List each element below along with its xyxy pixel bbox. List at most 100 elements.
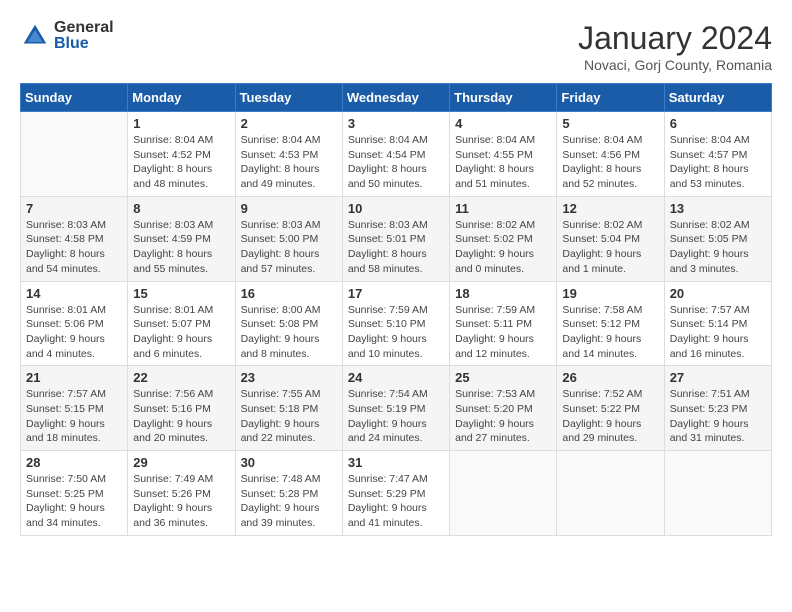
day-info: Sunrise: 8:04 AMSunset: 4:56 PMDaylight:… (562, 133, 658, 192)
day-info: Sunrise: 7:59 AMSunset: 5:10 PMDaylight:… (348, 303, 444, 362)
calendar-cell: 29 Sunrise: 7:49 AMSunset: 5:26 PMDayligh… (128, 451, 235, 536)
day-info: Sunrise: 7:54 AMSunset: 5:19 PMDaylight:… (348, 387, 444, 446)
calendar-cell: 10Sunrise: 8:03 AMSunset: 5:01 PMDayligh… (342, 196, 449, 281)
month-title: January 2024 (578, 20, 772, 57)
day-info: Sunrise: 8:04 AMSunset: 4:54 PMDaylight:… (348, 133, 444, 192)
day-number: 21 (26, 370, 122, 385)
day-number: 20 (670, 286, 766, 301)
calendar-cell: 3 Sunrise: 8:04 AMSunset: 4:54 PMDaylight… (342, 112, 449, 197)
day-number: 3 (348, 116, 444, 131)
logo-icon (20, 21, 50, 51)
weekday-header-monday: Monday (128, 84, 235, 112)
day-number: 5 (562, 116, 658, 131)
calendar-week-row: 14Sunrise: 8:01 AMSunset: 5:06 PMDayligh… (21, 281, 772, 366)
logo-general-label: General (54, 20, 114, 36)
day-info: Sunrise: 7:57 AMSunset: 5:15 PMDaylight:… (26, 387, 122, 446)
calendar-week-row: 7 Sunrise: 8:03 AMSunset: 4:58 PMDaylight… (21, 196, 772, 281)
day-number: 8 (133, 201, 229, 216)
calendar-cell: 17Sunrise: 7:59 AMSunset: 5:10 PMDayligh… (342, 281, 449, 366)
day-number: 30 (241, 455, 337, 470)
calendar-cell (21, 112, 128, 197)
calendar-cell: 5 Sunrise: 8:04 AMSunset: 4:56 PMDaylight… (557, 112, 664, 197)
weekday-header-row: SundayMondayTuesdayWednesdayThursdayFrid… (21, 84, 772, 112)
day-number: 29 (133, 455, 229, 470)
day-number: 4 (455, 116, 551, 131)
calendar-cell: 19 Sunrise: 7:58 AMSunset: 5:12 PMDayligh… (557, 281, 664, 366)
day-number: 15 (133, 286, 229, 301)
calendar-week-row: 28 Sunrise: 7:50 AMSunset: 5:25 PMDayligh… (21, 451, 772, 536)
day-info: Sunrise: 7:49 AMSunset: 5:26 PMDaylight:… (133, 472, 229, 531)
day-info: Sunrise: 7:53 AMSunset: 5:20 PMDaylight:… (455, 387, 551, 446)
day-info: Sunrise: 8:01 AMSunset: 5:06 PMDaylight:… (26, 303, 122, 362)
page-header: General Blue January 2024 Novaci, Gorj C… (20, 20, 772, 73)
location-label: Novaci, Gorj County, Romania (578, 57, 772, 73)
calendar-week-row: 1Sunrise: 8:04 AMSunset: 4:52 PMDaylight… (21, 112, 772, 197)
day-info: Sunrise: 8:02 AMSunset: 5:05 PMDaylight:… (670, 218, 766, 277)
calendar-cell: 23 Sunrise: 7:55 AMSunset: 5:18 PMDayligh… (235, 366, 342, 451)
calendar-cell: 6Sunrise: 8:04 AMSunset: 4:57 PMDaylight… (664, 112, 771, 197)
calendar-cell: 8Sunrise: 8:03 AMSunset: 4:59 PMDaylight… (128, 196, 235, 281)
calendar-cell: 18 Sunrise: 7:59 AMSunset: 5:11 PMDayligh… (450, 281, 557, 366)
calendar-cell: 12Sunrise: 8:02 AMSunset: 5:04 PMDayligh… (557, 196, 664, 281)
weekday-header-wednesday: Wednesday (342, 84, 449, 112)
day-number: 10 (348, 201, 444, 216)
weekday-header-saturday: Saturday (664, 84, 771, 112)
day-info: Sunrise: 8:04 AMSunset: 4:57 PMDaylight:… (670, 133, 766, 192)
day-number: 9 (241, 201, 337, 216)
day-info: Sunrise: 8:03 AMSunset: 4:58 PMDaylight:… (26, 218, 122, 277)
day-info: Sunrise: 8:04 AMSunset: 4:55 PMDaylight:… (455, 133, 551, 192)
calendar-cell: 4 Sunrise: 8:04 AMSunset: 4:55 PMDaylight… (450, 112, 557, 197)
logo: General Blue (20, 20, 114, 52)
calendar-cell (450, 451, 557, 536)
day-info: Sunrise: 7:55 AMSunset: 5:18 PMDaylight:… (241, 387, 337, 446)
weekday-header-tuesday: Tuesday (235, 84, 342, 112)
day-number: 11 (455, 201, 551, 216)
calendar-cell: 7 Sunrise: 8:03 AMSunset: 4:58 PMDaylight… (21, 196, 128, 281)
calendar-cell: 2 Sunrise: 8:04 AMSunset: 4:53 PMDaylight… (235, 112, 342, 197)
calendar-cell: 15Sunrise: 8:01 AMSunset: 5:07 PMDayligh… (128, 281, 235, 366)
calendar-cell: 9 Sunrise: 8:03 AMSunset: 5:00 PMDaylight… (235, 196, 342, 281)
weekday-header-friday: Friday (557, 84, 664, 112)
calendar-cell (557, 451, 664, 536)
day-info: Sunrise: 7:57 AMSunset: 5:14 PMDaylight:… (670, 303, 766, 362)
day-info: Sunrise: 8:03 AMSunset: 5:00 PMDaylight:… (241, 218, 337, 277)
day-info: Sunrise: 7:59 AMSunset: 5:11 PMDaylight:… (455, 303, 551, 362)
calendar-cell: 31 Sunrise: 7:47 AMSunset: 5:29 PMDayligh… (342, 451, 449, 536)
day-number: 24 (348, 370, 444, 385)
day-info: Sunrise: 7:52 AMSunset: 5:22 PMDaylight:… (562, 387, 658, 446)
day-info: Sunrise: 7:50 AMSunset: 5:25 PMDaylight:… (26, 472, 122, 531)
calendar-cell: 22Sunrise: 7:56 AMSunset: 5:16 PMDayligh… (128, 366, 235, 451)
calendar-table: SundayMondayTuesdayWednesdayThursdayFrid… (20, 83, 772, 536)
logo-text: General Blue (54, 20, 114, 52)
day-info: Sunrise: 8:02 AMSunset: 5:04 PMDaylight:… (562, 218, 658, 277)
calendar-cell: 20 Sunrise: 7:57 AMSunset: 5:14 PMDayligh… (664, 281, 771, 366)
day-info: Sunrise: 8:04 AMSunset: 4:53 PMDaylight:… (241, 133, 337, 192)
day-info: Sunrise: 7:47 AMSunset: 5:29 PMDaylight:… (348, 472, 444, 531)
logo-blue-label: Blue (54, 36, 114, 52)
calendar-cell: 1Sunrise: 8:04 AMSunset: 4:52 PMDaylight… (128, 112, 235, 197)
day-number: 7 (26, 201, 122, 216)
day-number: 27 (670, 370, 766, 385)
calendar-cell: 30 Sunrise: 7:48 AMSunset: 5:28 PMDayligh… (235, 451, 342, 536)
title-block: January 2024 Novaci, Gorj County, Romani… (578, 20, 772, 73)
day-info: Sunrise: 7:58 AMSunset: 5:12 PMDaylight:… (562, 303, 658, 362)
day-number: 25 (455, 370, 551, 385)
day-number: 23 (241, 370, 337, 385)
day-number: 26 (562, 370, 658, 385)
day-number: 18 (455, 286, 551, 301)
day-info: Sunrise: 7:51 AMSunset: 5:23 PMDaylight:… (670, 387, 766, 446)
day-number: 13 (670, 201, 766, 216)
calendar-cell: 27 Sunrise: 7:51 AMSunset: 5:23 PMDayligh… (664, 366, 771, 451)
calendar-week-row: 21 Sunrise: 7:57 AMSunset: 5:15 PMDayligh… (21, 366, 772, 451)
day-number: 16 (241, 286, 337, 301)
day-info: Sunrise: 8:00 AMSunset: 5:08 PMDaylight:… (241, 303, 337, 362)
calendar-cell: 14Sunrise: 8:01 AMSunset: 5:06 PMDayligh… (21, 281, 128, 366)
day-number: 19 (562, 286, 658, 301)
calendar-cell: 26 Sunrise: 7:52 AMSunset: 5:22 PMDayligh… (557, 366, 664, 451)
day-number: 28 (26, 455, 122, 470)
day-number: 2 (241, 116, 337, 131)
day-info: Sunrise: 7:48 AMSunset: 5:28 PMDaylight:… (241, 472, 337, 531)
day-number: 31 (348, 455, 444, 470)
calendar-cell: 16 Sunrise: 8:00 AMSunset: 5:08 PMDayligh… (235, 281, 342, 366)
calendar-cell: 11Sunrise: 8:02 AMSunset: 5:02 PMDayligh… (450, 196, 557, 281)
